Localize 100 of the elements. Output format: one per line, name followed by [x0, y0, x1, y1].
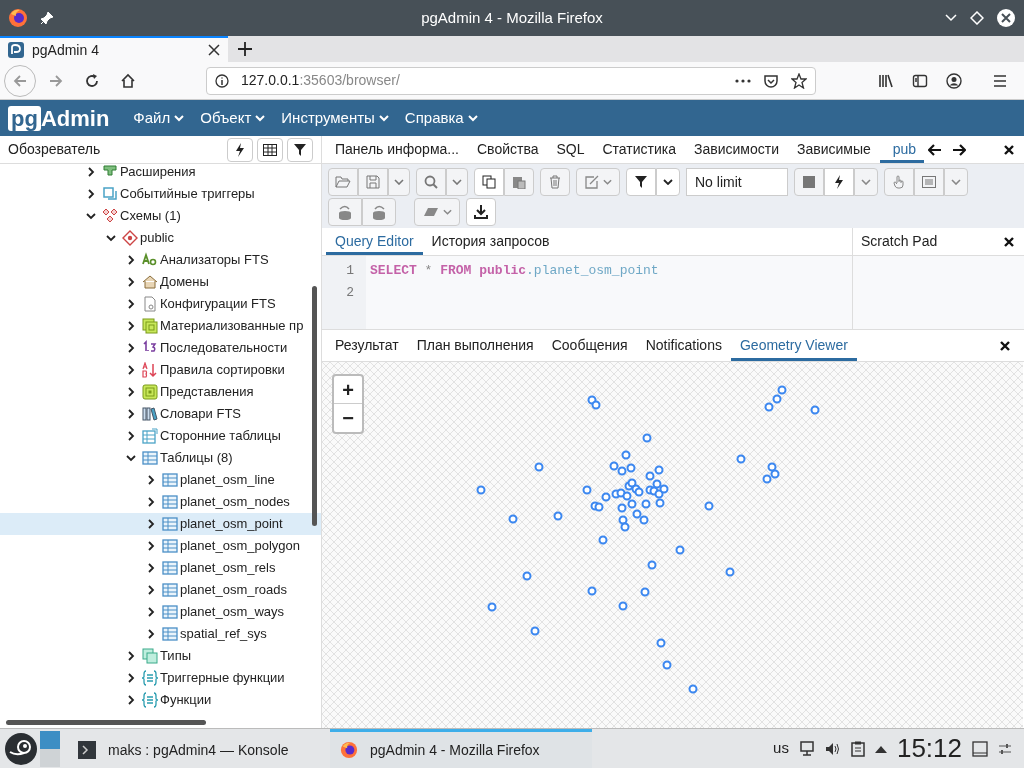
tab[interactable]: Результат	[326, 330, 408, 361]
home-icon[interactable]	[120, 72, 136, 89]
tree-item[interactable]: planet_osm_rels	[0, 557, 321, 579]
star-icon[interactable]	[791, 72, 807, 89]
chevron-down-icon[interactable]	[126, 453, 136, 463]
address-bar[interactable]: 127.0.0.1:35603/browser/	[206, 66, 816, 95]
chevron-right-icon[interactable]	[86, 189, 96, 199]
open-file-button[interactable]	[328, 168, 358, 196]
explain-button[interactable]	[914, 168, 944, 196]
tree-item[interactable]: Схемы (1)	[0, 205, 321, 227]
tab[interactable]: Свойства	[468, 136, 548, 163]
tab[interactable]: Статистика	[593, 136, 685, 163]
chevron-right-icon[interactable]	[146, 519, 156, 529]
tree-item[interactable]: Последовательности	[0, 337, 321, 359]
account-icon[interactable]	[946, 72, 962, 89]
tab[interactable]: SQL	[547, 136, 594, 163]
chevron-right-icon[interactable]	[126, 299, 136, 309]
tree-item[interactable]: Конфигурации FTS	[0, 293, 321, 315]
chevron-right-icon[interactable]	[126, 255, 136, 265]
view-data-button[interactable]	[257, 137, 283, 162]
tree-item[interactable]: Домены	[0, 271, 321, 293]
panel-settings-icon[interactable]	[998, 741, 1012, 756]
tree-item[interactable]: Расширения	[0, 161, 321, 183]
query-tool-button[interactable]	[227, 137, 253, 162]
rollback-button[interactable]	[362, 198, 396, 226]
chevron-right-icon[interactable]	[146, 563, 156, 573]
show-desktop-icon[interactable]	[972, 740, 988, 757]
tree-item[interactable]: Таблицы (8)	[0, 447, 321, 469]
pocket-icon[interactable]	[763, 72, 779, 89]
tab[interactable]: Панель информа...	[326, 136, 468, 163]
commit-button[interactable]	[328, 198, 362, 226]
tree-item[interactable]: planet_osm_roads	[0, 579, 321, 601]
tree-item[interactable]: planet_osm_nodes	[0, 491, 321, 513]
chevron-right-icon[interactable]	[146, 497, 156, 507]
tree-item[interactable]: Типы	[0, 645, 321, 667]
tree-item[interactable]: spatial_ref_sys	[0, 623, 321, 645]
close-icon[interactable]	[208, 44, 220, 56]
chevron-right-icon[interactable]	[126, 695, 136, 705]
forward-arrow-icon[interactable]	[48, 72, 64, 89]
stop-button[interactable]	[794, 168, 824, 196]
menu-item[interactable]: Справка	[404, 106, 478, 130]
chevron-right-icon[interactable]	[146, 541, 156, 551]
start-menu-icon[interactable]	[4, 731, 38, 766]
tree-item[interactable]: Словари FTS	[0, 403, 321, 425]
tab[interactable]: Notifications	[636, 330, 731, 361]
chevron-right-icon[interactable]	[146, 607, 156, 617]
tree-item[interactable]: planet_osm_point	[0, 513, 321, 535]
chevron-right-icon[interactable]	[126, 321, 136, 331]
close-icon[interactable]	[1004, 236, 1014, 247]
close-icon[interactable]	[1000, 340, 1010, 351]
pin-icon[interactable]	[40, 11, 54, 25]
chevron-right-icon[interactable]	[126, 651, 136, 661]
tab[interactable]: История запросов	[422, 228, 559, 255]
tab[interactable]: Зависимые	[788, 136, 880, 163]
tree-item[interactable]: Событийные триггеры	[0, 183, 321, 205]
menu-item[interactable]: Объект	[200, 106, 266, 130]
chevron-right-icon[interactable]	[126, 431, 136, 441]
chevron-right-icon[interactable]	[146, 475, 156, 485]
tree-item[interactable]: public	[0, 227, 321, 249]
chevron-right-icon[interactable]	[86, 167, 96, 177]
horizontal-scrollbar[interactable]	[6, 720, 206, 725]
close-icon[interactable]	[1004, 144, 1014, 155]
limit-select[interactable]: No limit	[686, 168, 788, 196]
tree-item[interactable]: planet_osm_ways	[0, 601, 321, 623]
clock[interactable]: 15:12	[896, 729, 962, 768]
zoom-in-button[interactable]: +	[334, 376, 362, 404]
taskbar-item[interactable]: pgAdmin 4 - Mozilla Firefox	[330, 728, 592, 768]
vertical-scrollbar[interactable]	[312, 286, 317, 526]
menu-item[interactable]: Файл	[133, 106, 185, 130]
delete-button[interactable]	[540, 168, 570, 196]
browser-tab[interactable]: pgAdmin 4	[0, 36, 228, 62]
tree-item[interactable]: Сторонние таблицы	[0, 425, 321, 447]
chevron-right-icon[interactable]	[126, 277, 136, 287]
tab[interactable]: Сообщения	[542, 330, 637, 361]
chevron-right-icon[interactable]	[126, 673, 136, 683]
zoom-out-button[interactable]: −	[334, 404, 362, 432]
chevron-down-icon[interactable]	[86, 211, 96, 221]
reload-icon[interactable]	[84, 72, 100, 89]
clear-button[interactable]	[414, 198, 460, 226]
tree-item[interactable]: Представления	[0, 381, 321, 403]
chevron-right-icon[interactable]	[126, 365, 136, 375]
maximize-icon[interactable]	[970, 11, 984, 25]
paste-button[interactable]	[504, 168, 534, 196]
left-arrow-icon[interactable]	[927, 142, 942, 157]
execute-button[interactable]	[824, 168, 854, 196]
chevron-down-icon[interactable]	[106, 233, 116, 243]
taskbar-item[interactable]: maks : pgAdmin4 — Konsole	[68, 728, 330, 768]
filter-button[interactable]	[287, 137, 313, 162]
chevron-right-icon[interactable]	[146, 585, 156, 595]
chevron-right-icon[interactable]	[126, 343, 136, 353]
download-button[interactable]	[466, 198, 496, 226]
chevron-right-icon[interactable]	[146, 629, 156, 639]
menu-icon[interactable]	[992, 72, 1008, 89]
menu-item[interactable]: Инструменты	[281, 106, 389, 130]
tree-item[interactable]: Анализаторы FTS	[0, 249, 321, 271]
network-icon[interactable]	[798, 740, 815, 757]
right-arrow-icon[interactable]	[951, 142, 966, 157]
tab[interactable]: Зависимости	[685, 136, 788, 163]
keyboard-layout[interactable]: us	[773, 737, 789, 760]
library-icon[interactable]	[878, 72, 894, 89]
